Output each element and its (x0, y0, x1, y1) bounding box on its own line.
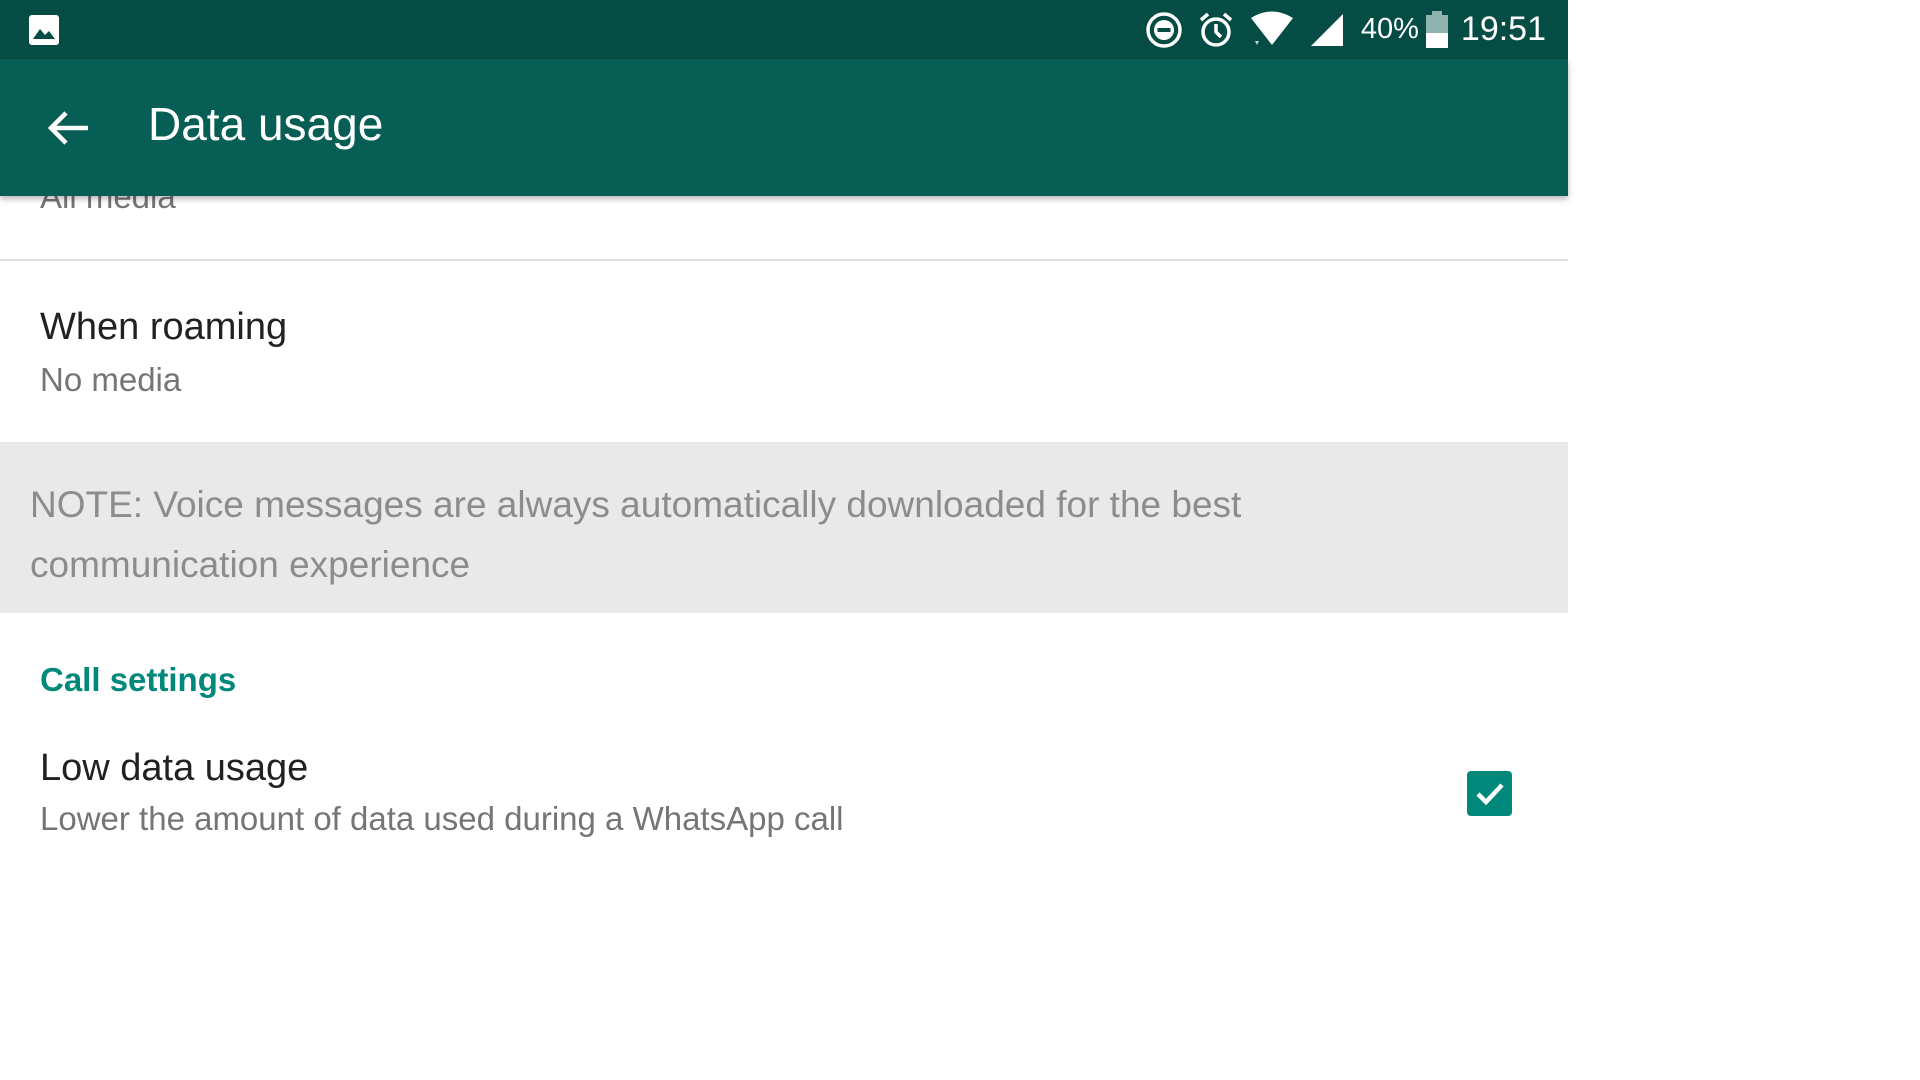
low-data-usage-setting[interactable]: Low data usage Lower the amount of data … (0, 732, 1568, 882)
do-not-disturb-icon (1145, 11, 1183, 49)
when-roaming-setting[interactable]: When roaming No media (0, 261, 1568, 442)
call-settings-header: Call settings (40, 661, 237, 698)
checkmark-icon (1475, 782, 1504, 805)
low-data-usage-title: Low data usage (40, 747, 309, 789)
low-data-usage-checkbox[interactable] (1467, 771, 1512, 816)
note-text: NOTE: Voice messages are always automati… (30, 484, 1242, 585)
arrow-back-icon (47, 111, 88, 145)
status-icons: 40% 19:51 (1131, 0, 1546, 59)
previous-setting-row[interactable]: All media (0, 196, 1568, 260)
back-button[interactable] (40, 99, 98, 157)
alarm-icon (1197, 11, 1235, 49)
status-bar: 40% 19:51 (0, 0, 1568, 59)
battery-percent: 40% (1360, 13, 1419, 45)
image-notification-icon (28, 14, 60, 46)
previous-setting-subtitle: All media (40, 196, 176, 215)
app-bar: Data usage (0, 59, 1568, 196)
settings-list[interactable]: All media When roaming No media NOTE: Vo… (0, 196, 1568, 882)
voice-messages-note: NOTE: Voice messages are always automati… (0, 442, 1568, 613)
when-roaming-title: When roaming (40, 306, 288, 348)
page-title: Data usage (148, 98, 384, 150)
low-data-usage-description: Lower the amount of data used during a W… (40, 800, 844, 837)
when-roaming-value: No media (40, 361, 182, 398)
clock: 19:51 (1460, 10, 1546, 48)
wifi-icon (1249, 11, 1295, 49)
cell-signal-icon (1309, 12, 1345, 48)
battery-icon (1425, 10, 1449, 49)
